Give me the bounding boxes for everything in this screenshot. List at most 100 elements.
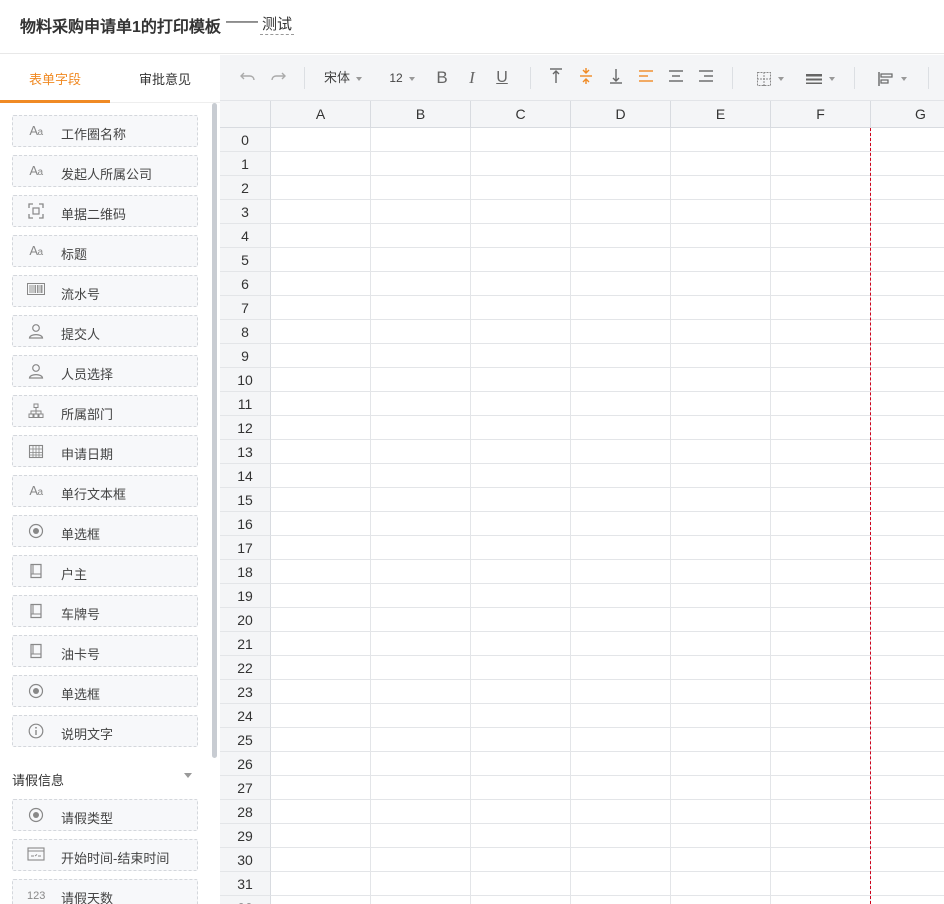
- field-item[interactable]: 单据二维码: [12, 195, 198, 227]
- row-header[interactable]: 10: [220, 368, 271, 392]
- page-title: 物料采购申请单1的打印模板: [20, 19, 221, 36]
- row-gridline: [271, 199, 944, 200]
- row-header[interactable]: 23: [220, 680, 271, 704]
- field-item[interactable]: 提交人: [12, 315, 198, 347]
- row-header[interactable]: 3: [220, 200, 271, 224]
- field-item[interactable]: 请假类型: [12, 799, 198, 831]
- row-header[interactable]: 16: [220, 512, 271, 536]
- redo-button[interactable]: [268, 67, 288, 89]
- row-header[interactable]: 31: [220, 872, 271, 896]
- collapse-caret-icon[interactable]: [184, 773, 192, 778]
- row-header[interactable]: 30: [220, 848, 271, 872]
- group-header-leave-info[interactable]: 请假信息: [0, 767, 212, 793]
- field-item[interactable]: 说明文字: [12, 715, 198, 747]
- font-size-select[interactable]: 12: [383, 67, 421, 89]
- row-header[interactable]: 6: [220, 272, 271, 296]
- field-item[interactable]: Aa 发起人所属公司: [12, 155, 198, 187]
- group-label: 请假信息: [12, 773, 65, 788]
- field-item[interactable]: 开始时间-结束时间: [12, 839, 198, 871]
- row-header[interactable]: 11: [220, 392, 271, 416]
- border-select[interactable]: [752, 67, 788, 89]
- row-header[interactable]: 12: [220, 416, 271, 440]
- row-header[interactable]: 32: [220, 896, 271, 904]
- row-gridline: [271, 223, 944, 224]
- field-item[interactable]: 流水号: [12, 275, 198, 307]
- row-header[interactable]: 22: [220, 656, 271, 680]
- row-header[interactable]: 13: [220, 440, 271, 464]
- row-header[interactable]: 15: [220, 488, 271, 512]
- row-header[interactable]: 27: [220, 776, 271, 800]
- row-header[interactable]: 21: [220, 632, 271, 656]
- row-header[interactable]: 26: [220, 752, 271, 776]
- chevron-down-icon: [408, 76, 415, 81]
- align-bottom-button[interactable]: [606, 67, 626, 89]
- field-item[interactable]: 申请日期: [12, 435, 198, 467]
- row-header[interactable]: 18: [220, 560, 271, 584]
- row-header[interactable]: 29: [220, 824, 271, 848]
- column-header[interactable]: E: [671, 101, 771, 128]
- field-item[interactable]: Aa 标题: [12, 235, 198, 267]
- field-item[interactable]: 单选框: [12, 675, 198, 707]
- line-style-select[interactable]: [802, 67, 838, 89]
- column-gridline: [670, 128, 671, 904]
- font-family-select[interactable]: 宋体: [318, 67, 368, 89]
- font-size-value: 12: [389, 71, 403, 85]
- row-header[interactable]: 8: [220, 320, 271, 344]
- qrcode-icon: [27, 203, 45, 219]
- align-top-button[interactable]: [546, 67, 566, 89]
- row-header[interactable]: 20: [220, 608, 271, 632]
- align-left-icon: [639, 70, 653, 82]
- undo-icon: [240, 72, 255, 81]
- row-gridline: [271, 487, 944, 488]
- field-item[interactable]: Aa 工作圈名称: [12, 115, 198, 147]
- bold-button[interactable]: B: [432, 67, 452, 89]
- grid-corner[interactable]: [220, 101, 271, 128]
- italic-button[interactable]: I: [462, 67, 482, 89]
- row-header[interactable]: 1: [220, 152, 271, 176]
- undo-button[interactable]: [238, 67, 258, 89]
- row-header[interactable]: 28: [220, 800, 271, 824]
- chevron-down-icon: [901, 77, 907, 82]
- align-center-button[interactable]: [666, 67, 686, 89]
- person-icon: [27, 363, 45, 379]
- row-header[interactable]: 5: [220, 248, 271, 272]
- row-header[interactable]: 9: [220, 344, 271, 368]
- field-item[interactable]: 户主: [12, 555, 198, 587]
- row-gridline: [271, 439, 944, 440]
- field-item[interactable]: 油卡号: [12, 635, 198, 667]
- template-name-editable[interactable]: 测试: [260, 13, 295, 35]
- field-item[interactable]: Aa 单行文本框: [12, 475, 198, 507]
- field-item[interactable]: 所属部门: [12, 395, 198, 427]
- row-header[interactable]: 14: [220, 464, 271, 488]
- field-item[interactable]: 人员选择: [12, 355, 198, 387]
- spreadsheet-grid[interactable]: A B C D E F G 0 1 2 3 4 5 6 7 8 9 10 11 12 13 14 15 16 17 18 19 20 2…: [220, 101, 944, 904]
- align-left-button[interactable]: [636, 67, 656, 89]
- align-middle-button[interactable]: [576, 67, 596, 89]
- column-header[interactable]: D: [571, 101, 671, 128]
- row-header[interactable]: 7: [220, 296, 271, 320]
- column-header[interactable]: F: [771, 101, 871, 128]
- underline-button[interactable]: U: [492, 67, 512, 89]
- row-header[interactable]: 4: [220, 224, 271, 248]
- row-header[interactable]: 19: [220, 584, 271, 608]
- field-item[interactable]: 车牌号: [12, 595, 198, 627]
- field-list-scrollbar[interactable]: [212, 103, 217, 758]
- column-header[interactable]: C: [471, 101, 571, 128]
- column-header[interactable]: A: [271, 101, 371, 128]
- column-header[interactable]: B: [371, 101, 471, 128]
- field-item[interactable]: 123 请假天数: [12, 879, 198, 904]
- layout-select[interactable]: [874, 67, 910, 89]
- row-header[interactable]: 0: [220, 128, 271, 152]
- field-item[interactable]: 单选框: [12, 515, 198, 547]
- align-right-button[interactable]: [696, 67, 716, 89]
- number-icon: 123: [27, 890, 46, 902]
- row-header[interactable]: 25: [220, 728, 271, 752]
- format-toolbar: 宋体 12 B I U: [220, 55, 944, 101]
- column-header[interactable]: G: [871, 101, 944, 128]
- row-header[interactable]: 24: [220, 704, 271, 728]
- row-header[interactable]: 2: [220, 176, 271, 200]
- tab-form-fields[interactable]: 表单字段: [0, 55, 110, 103]
- row-header[interactable]: 17: [220, 536, 271, 560]
- toolbar-divider: [530, 67, 531, 89]
- tab-approval-comments[interactable]: 审批意见: [110, 55, 220, 103]
